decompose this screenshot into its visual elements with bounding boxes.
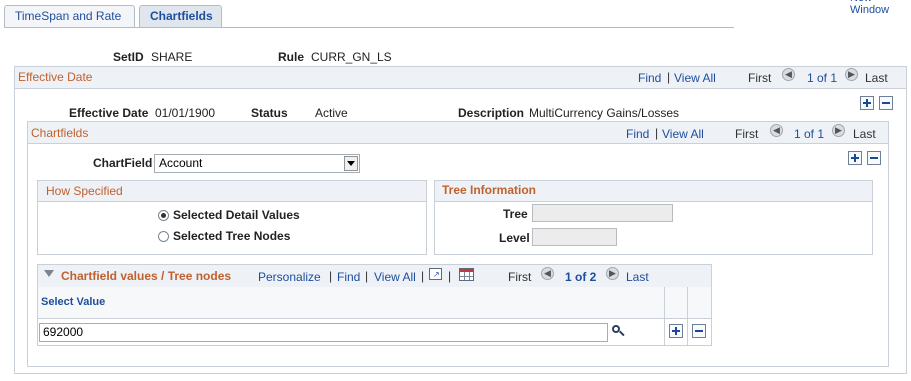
plus-icon <box>675 327 677 335</box>
chartfields-first-label: First <box>735 127 759 141</box>
chartfield-selected-value: Account <box>159 156 203 170</box>
rule-value: CURR_GN_LS <box>311 50 392 64</box>
collapse-arrow-icon[interactable] <box>44 270 54 277</box>
chartfields-find-link[interactable]: Find <box>626 127 649 141</box>
description-label: Description <box>458 106 525 120</box>
chartfield-select[interactable]: Account <box>154 154 360 173</box>
new-window-link[interactable]: New Window <box>850 0 911 16</box>
tree-field <box>532 204 673 222</box>
select-value-input[interactable]: 692000 <box>39 323 608 342</box>
tab-timespan-and-rate[interactable]: TimeSpan and Rate <box>4 5 135 27</box>
level-label: Level <box>499 231 530 245</box>
values-grid-title: Chartfield values / Tree nodes <box>61 269 232 283</box>
effdt-view-all-link[interactable]: View All <box>674 71 716 85</box>
effdt-first-label: First <box>748 71 772 85</box>
description-value: MultiCurrency Gains/Losses <box>529 106 680 120</box>
radio-icon[interactable] <box>158 210 169 221</box>
separator: | <box>421 269 425 283</box>
radio-selected-detail-values[interactable]: Selected Detail Values <box>158 208 300 222</box>
values-next-icon[interactable]: ▶ <box>606 267 619 280</box>
minus-icon <box>695 330 703 332</box>
setid-value: SHARE <box>151 50 193 64</box>
tab-label: Chartfields <box>150 9 213 23</box>
chartfields-previous-icon[interactable]: ◀ <box>770 124 783 137</box>
chartfields-add-row-button[interactable] <box>848 151 862 165</box>
row-delete-button[interactable] <box>692 324 706 338</box>
radio-label: Selected Tree Nodes <box>173 229 291 243</box>
effective-date-header <box>15 67 906 89</box>
status-value: Active <box>315 106 348 120</box>
tab-chartfields[interactable]: Chartfields <box>139 5 222 27</box>
lookup-search-icon[interactable] <box>612 325 625 339</box>
chartfields-range: 1 of 1 <box>794 127 825 141</box>
tree-label: Tree <box>503 207 528 221</box>
minus-icon <box>882 102 890 104</box>
separator: | <box>448 269 452 283</box>
grid-column-header-row <box>38 287 711 319</box>
effdt-find-link[interactable]: Find <box>638 71 661 85</box>
plus-icon <box>866 99 868 107</box>
plus-icon <box>854 154 856 162</box>
column-header-select-value: Select Value <box>41 296 106 308</box>
rule-label: Rule <box>278 50 305 64</box>
values-last-link[interactable]: Last <box>626 270 649 284</box>
row-add-button[interactable] <box>669 324 683 338</box>
values-previous-icon[interactable]: ◀ <box>541 267 554 280</box>
chartfields-view-all-link[interactable]: View All <box>662 127 704 141</box>
values-range: 1 of 2 <box>565 270 597 284</box>
effdt-previous-icon[interactable]: ◀ <box>782 68 795 81</box>
chartfield-label: ChartField <box>93 156 153 170</box>
level-field <box>532 228 617 246</box>
setid-label: SetID <box>113 50 144 64</box>
chartfields-header <box>28 122 888 144</box>
effective-date-value: 01/01/1900 <box>155 106 216 120</box>
radio-label: Selected Detail Values <box>173 208 300 222</box>
effdt-last-label: Last <box>865 71 888 85</box>
chartfields-last-label: Last <box>853 127 876 141</box>
tab-underline <box>4 27 734 28</box>
effective-date-title: Effective Date <box>18 70 93 84</box>
values-view-all-link[interactable]: View All <box>374 270 416 284</box>
effdt-range: 1 of 1 <box>807 71 838 85</box>
status-label: Status <box>251 106 288 120</box>
effdt-delete-row-button[interactable] <box>879 96 893 110</box>
values-first-label: First <box>508 270 532 284</box>
effdt-add-row-button[interactable] <box>860 96 874 110</box>
chartfields-delete-row-button[interactable] <box>867 151 881 165</box>
minus-icon <box>870 157 878 159</box>
how-specified-title: How Specified <box>46 184 123 198</box>
radio-icon[interactable] <box>158 231 169 242</box>
effdt-next-icon[interactable]: ▶ <box>845 68 858 81</box>
values-find-link[interactable]: Find <box>337 270 360 284</box>
tab-label: TimeSpan and Rate <box>15 9 122 23</box>
grid-column-divider <box>687 287 688 345</box>
zoom-grid-icon[interactable]: ↗ <box>429 268 442 280</box>
tree-information-title: Tree Information <box>442 183 537 197</box>
separator: | <box>365 269 369 283</box>
separator: | <box>329 269 333 283</box>
grid-column-divider <box>664 287 665 345</box>
chartfields-title: Chartfields <box>31 126 89 140</box>
download-excel-icon[interactable] <box>459 268 474 281</box>
effective-date-label: Effective Date <box>69 106 149 120</box>
personalize-link[interactable]: Personalize <box>258 270 321 284</box>
dropdown-arrow-icon[interactable] <box>344 156 358 171</box>
separator: | <box>655 126 659 140</box>
chartfields-next-icon[interactable]: ▶ <box>832 124 845 137</box>
radio-selected-tree-nodes[interactable]: Selected Tree Nodes <box>158 229 290 243</box>
separator: | <box>667 70 671 84</box>
